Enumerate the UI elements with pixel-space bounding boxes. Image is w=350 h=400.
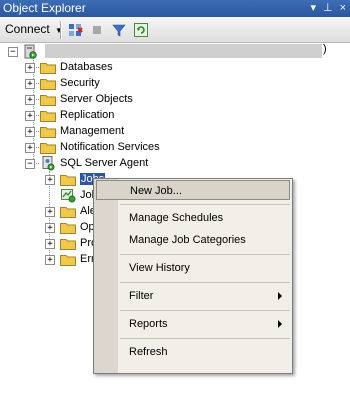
folder-icon: [40, 110, 56, 122]
pin-icon[interactable]: ⊥: [323, 0, 333, 17]
expand-toggle[interactable]: +: [25, 111, 35, 121]
menu-item-label: Reports: [129, 318, 168, 330]
tree-item-proxies[interactable]: Pro: [60, 235, 97, 251]
tree-item-error-logs[interactable]: Err: [60, 251, 95, 267]
menu-separator: [120, 338, 290, 339]
menu-item-label: Refresh: [129, 346, 168, 358]
expand-toggle[interactable]: +: [45, 207, 55, 217]
server-node[interactable]: [22, 43, 38, 59]
expand-toggle[interactable]: +: [25, 143, 35, 153]
tree-item-security[interactable]: Security: [40, 75, 100, 91]
expand-toggle[interactable]: +: [25, 95, 35, 105]
collapse-toggle[interactable]: −: [25, 159, 35, 169]
folder-icon: [60, 254, 76, 266]
menu-separator: [120, 204, 290, 205]
tree-item-label: Security: [60, 77, 100, 89]
tree-item-replication[interactable]: Replication: [40, 107, 114, 123]
tree-item-management[interactable]: Management: [40, 123, 124, 139]
menu-item-view-history[interactable]: View History: [118, 258, 292, 278]
expand-toggle[interactable]: +: [45, 223, 55, 233]
tree-item-databases[interactable]: Databases: [40, 59, 113, 75]
connect-button[interactable]: Connect ▼: [5, 22, 63, 37]
window-titlebar: Object Explorer ▾ ⊥ ×: [0, 0, 350, 17]
menu-separator: [120, 310, 290, 311]
tree-item-operators[interactable]: Op: [60, 219, 95, 235]
menu-separator: [120, 254, 290, 255]
menu-item-new-job[interactable]: New Job...: [96, 180, 290, 200]
tree-item-sql-server-agent[interactable]: SQL Server Agent: [40, 155, 148, 171]
expand-toggle[interactable]: +: [45, 255, 55, 265]
tree-item-alerts[interactable]: Ale: [60, 203, 96, 219]
folder-icon: [60, 206, 76, 218]
menu-separator: [120, 282, 290, 283]
close-icon[interactable]: ×: [340, 0, 346, 17]
tree-item-label: Management: [60, 125, 125, 137]
filter-icon[interactable]: [110, 21, 128, 39]
menu-item-label: New Job...: [130, 185, 182, 197]
folder-icon: [40, 62, 56, 74]
collapse-toggle[interactable]: −: [8, 47, 18, 57]
expand-toggle[interactable]: +: [45, 175, 55, 185]
connect-label: Connect: [5, 22, 50, 36]
tree-item-label: Notification Services: [60, 141, 160, 153]
submenu-arrow-icon: [278, 292, 282, 300]
menu-item-refresh[interactable]: Refresh: [118, 342, 292, 362]
expand-toggle[interactable]: +: [25, 63, 35, 73]
tree-item-label: Replication: [60, 109, 115, 121]
menu-item-label: Manage Job Categories: [129, 234, 246, 246]
tree-item-label: Databases: [60, 61, 113, 73]
menu-item-manage-schedules[interactable]: Manage Schedules: [118, 208, 292, 228]
toolbar-separator: [60, 21, 62, 39]
folder-icon: [40, 94, 56, 106]
toolbar: Connect ▼: [0, 17, 350, 43]
server-icon: [24, 44, 37, 59]
window-title: Object Explorer: [3, 1, 86, 15]
folder-icon: [40, 142, 56, 154]
refresh-icon[interactable]: [132, 21, 150, 39]
job-activity-monitor-icon: [61, 189, 76, 203]
sql-agent-icon: [42, 156, 55, 171]
folder-icon: [40, 78, 56, 90]
expand-toggle[interactable]: +: [25, 79, 35, 89]
server-name-suffix: ): [323, 43, 327, 55]
menu-item-manage-job-categories[interactable]: Manage Job Categories: [118, 230, 292, 250]
menu-icon-gutter: [94, 179, 118, 373]
folder-icon: [60, 174, 76, 186]
submenu-arrow-icon: [278, 320, 282, 328]
tree-item-notification-services[interactable]: Notification Services: [40, 139, 160, 155]
folder-icon: [60, 238, 76, 250]
folder-icon: [60, 222, 76, 234]
window-controls: ▾ ⊥ ×: [310, 0, 346, 17]
menu-item-label: Manage Schedules: [129, 212, 224, 224]
tree-item-label: SQL Server Agent: [60, 157, 149, 169]
context-menu: New Job... Manage Schedules Manage Job C…: [93, 178, 293, 374]
server-name-redacted: [45, 44, 322, 58]
expand-toggle[interactable]: +: [25, 127, 35, 137]
menu-item-reports[interactable]: Reports: [118, 314, 292, 334]
folder-icon: [40, 126, 56, 138]
tree-item-server-objects[interactable]: Server Objects: [40, 91, 133, 107]
expand-toggle[interactable]: +: [45, 239, 55, 249]
menu-item-label: Filter: [129, 290, 154, 302]
tree-item-label: Server Objects: [60, 93, 133, 105]
stop-icon[interactable]: [88, 21, 106, 39]
menu-item-filter[interactable]: Filter: [118, 286, 292, 306]
dropdown-arrow-icon[interactable]: ▾: [310, 0, 316, 17]
menu-item-label: View History: [129, 262, 190, 274]
connect-object-icon[interactable]: [66, 21, 84, 39]
